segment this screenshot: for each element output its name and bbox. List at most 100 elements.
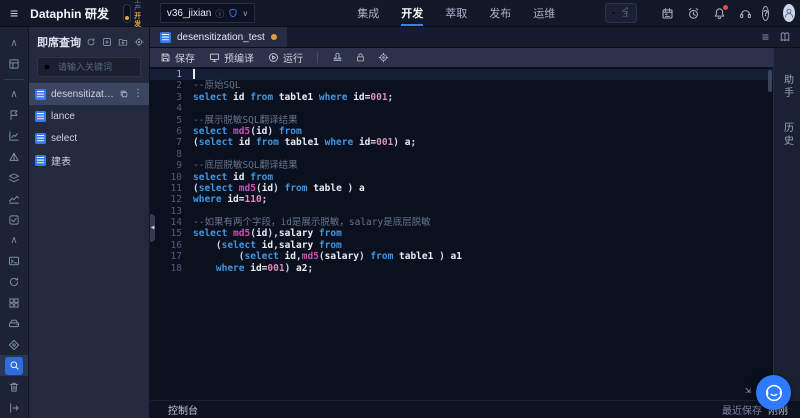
- panel-collapse-handle[interactable]: ◀: [150, 214, 155, 242]
- chevron-down-icon[interactable]: ∨: [242, 9, 248, 18]
- notebook-icon[interactable]: [779, 31, 791, 43]
- pin-icon[interactable]: [378, 52, 389, 63]
- drive-icon[interactable]: [0, 314, 28, 335]
- main-area: ∧∧∧ 即席查询 desensitization_test⋮lanceselec…: [0, 27, 800, 418]
- code-line-13[interactable]: 13: [150, 206, 773, 217]
- code-line-4[interactable]: 4: [150, 103, 773, 114]
- code-line-7[interactable]: 7(select id from table1 where id=001) a;: [150, 137, 773, 148]
- locate-icon[interactable]: [134, 37, 144, 47]
- code-line-18[interactable]: 18 where id=001) a2;: [150, 263, 773, 274]
- tree-item-desensitization_test[interactable]: desensitization_test⋮: [29, 83, 149, 105]
- code-line-12[interactable]: 12where id=110;: [150, 194, 773, 205]
- code-line-content: (select id from table1 where id=001) a;: [193, 137, 773, 148]
- tree-item-actions: ⋮: [119, 89, 143, 99]
- chart-icon[interactable]: [0, 126, 28, 147]
- collapse-top-icon[interactable]: ∧: [0, 33, 28, 54]
- workbench-icon[interactable]: [0, 54, 28, 75]
- project-selector[interactable]: v36_jixian ⓘ ∨: [160, 3, 255, 23]
- right-rail-tab-助手[interactable]: 助手: [780, 74, 795, 100]
- code-line-15[interactable]: 15select md5(id),salary from: [150, 228, 773, 239]
- code-line-17[interactable]: 17 (select id,md5(salary) from table1 ) …: [150, 251, 773, 262]
- tree-search-input[interactable]: [56, 61, 135, 73]
- global-search-input[interactable]: [620, 7, 630, 20]
- tree-item-label: select: [51, 133, 143, 144]
- right-rail-tab-历史[interactable]: 历史: [780, 122, 795, 148]
- lock-icon[interactable]: [355, 52, 366, 63]
- task-check-icon[interactable]: [0, 209, 28, 230]
- code-line-1[interactable]: 1: [150, 69, 773, 80]
- terminal-icon[interactable]: [0, 251, 28, 272]
- code-editor[interactable]: 12--原始SQL3select id from table1 where id…: [150, 67, 773, 400]
- code-line-5[interactable]: 5--展示脱敏SQL翻译结果: [150, 115, 773, 126]
- info-icon[interactable]: ⓘ: [215, 7, 224, 20]
- collapse-bottom-icon[interactable]: ∧: [0, 230, 28, 251]
- adhoc-query-icon[interactable]: [0, 355, 28, 376]
- publish-flag-icon[interactable]: [0, 105, 28, 126]
- tree-item-lance[interactable]: lance: [29, 105, 149, 127]
- global-search[interactable]: [605, 3, 637, 23]
- recycle-bin-icon[interactable]: [0, 376, 28, 397]
- avatar[interactable]: [783, 4, 795, 22]
- tree-item-select[interactable]: select: [29, 127, 149, 149]
- code-line-3[interactable]: 3select id from table1 where id=001;: [150, 92, 773, 103]
- shield-icon: [228, 8, 238, 18]
- run-button[interactable]: 运行: [268, 50, 303, 65]
- dashboard-icon[interactable]: [0, 293, 28, 314]
- help-icon[interactable]: ?: [762, 6, 769, 21]
- dataphin-app: ≡ Dataphin 研发 生产 开发 v36_jixian ⓘ ∨ 集成开发萃…: [0, 0, 800, 418]
- layers-icon[interactable]: [0, 167, 28, 188]
- adhoc-query-icon-bg: [5, 357, 23, 375]
- fullscreen-icon[interactable]: ⇲: [745, 385, 751, 396]
- schedule-icon[interactable]: [661, 7, 674, 20]
- code-line-2[interactable]: 2--原始SQL: [150, 80, 773, 91]
- env-toggle-switch-icon[interactable]: [123, 4, 131, 23]
- person-icon: [783, 7, 795, 19]
- code-line-11[interactable]: 11(select md5(id) from table ) a: [150, 183, 773, 194]
- run-icon: [268, 52, 279, 63]
- collapse-mid-icon[interactable]: ∧: [0, 84, 28, 105]
- code-line-16[interactable]: 16 (select id,salary from: [150, 240, 773, 251]
- code-line-9[interactable]: 9--底层脱敏SQL翻译结果: [150, 160, 773, 171]
- adhoc-query-panel: 即席查询 desensitization_test⋮lanceselect建表: [29, 27, 150, 418]
- notification-bell-icon[interactable]: [713, 7, 726, 20]
- tabbar-right-icons: ≡: [762, 27, 800, 47]
- code-line-content: --如果有两个字段，id是展示脱敏，salary是底层脱敏: [193, 217, 773, 228]
- new-file-icon[interactable]: [102, 37, 112, 47]
- trend-icon[interactable]: [0, 188, 28, 209]
- nav-item-集成[interactable]: 集成: [357, 0, 379, 26]
- nav-item-发布[interactable]: 发布: [489, 0, 511, 26]
- sync-icon[interactable]: [0, 272, 28, 293]
- expand-rail-icon[interactable]: [0, 397, 28, 418]
- tab-list-icon[interactable]: ≡: [762, 30, 769, 44]
- nav-item-开发[interactable]: 开发: [401, 0, 423, 26]
- more-icon[interactable]: ⋮: [133, 89, 143, 99]
- precompile-button[interactable]: 预编译: [209, 50, 254, 65]
- topbar-icons: [661, 7, 752, 20]
- code-line-content: --展示脱敏SQL翻译结果: [193, 115, 773, 126]
- editor-scrollbar[interactable]: [768, 70, 772, 92]
- code-line-6[interactable]: 6select md5(id) from: [150, 126, 773, 137]
- nav-item-运维[interactable]: 运维: [533, 0, 555, 26]
- line-number: 6: [150, 126, 193, 137]
- code-line-10[interactable]: 10select id from: [150, 172, 773, 183]
- support-icon[interactable]: [739, 7, 752, 20]
- refresh-icon[interactable]: [86, 37, 96, 47]
- pyramid-icon[interactable]: [0, 146, 28, 167]
- alarm-icon[interactable]: [687, 7, 700, 20]
- tab-desensitization-test[interactable]: desensitization_test: [150, 27, 287, 47]
- console-button[interactable]: 控制台: [168, 402, 198, 417]
- assistant-fab-button[interactable]: [756, 375, 791, 410]
- code-line-14[interactable]: 14--如果有两个字段，id是展示脱敏，salary是底层脱敏: [150, 217, 773, 228]
- save-button[interactable]: 保存: [160, 50, 195, 65]
- tree-search[interactable]: [37, 57, 141, 77]
- code-line-8[interactable]: 8: [150, 149, 773, 160]
- stamp-icon[interactable]: [332, 52, 343, 63]
- nav-item-萃取[interactable]: 萃取: [445, 0, 467, 26]
- env-toggle[interactable]: 生产 开发: [123, 0, 144, 29]
- new-folder-icon[interactable]: [118, 37, 128, 47]
- copy-icon[interactable]: [119, 89, 129, 99]
- quality-icon[interactable]: [0, 334, 28, 355]
- unsaved-dot-icon: [271, 34, 277, 40]
- menu-icon[interactable]: ≡: [8, 5, 20, 21]
- tree-item-建表[interactable]: 建表: [29, 149, 149, 171]
